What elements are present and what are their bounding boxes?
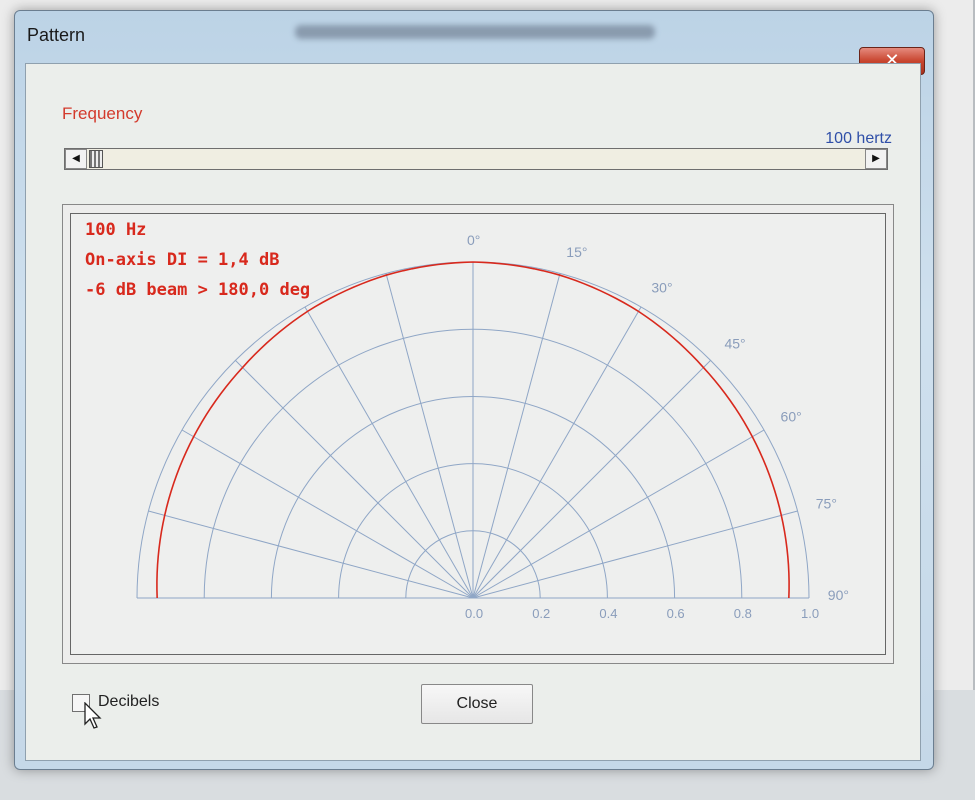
grid-spoke-15 bbox=[472, 273, 561, 599]
pattern-dialog: Pattern ✕ Frequency 100 hertz ◀ ▶ 0° 15° 3… bbox=[14, 10, 934, 770]
frequency-slider-thumb[interactable] bbox=[89, 150, 103, 168]
angle-label-60: 60° bbox=[781, 409, 802, 425]
scroll-left-button[interactable]: ◀ bbox=[65, 149, 87, 169]
angle-label-90: 90° bbox=[828, 587, 849, 603]
frequency-value: 100 hertz bbox=[825, 130, 892, 147]
radius-label-4: 0.8 bbox=[734, 606, 752, 621]
scroll-right-button[interactable]: ▶ bbox=[865, 149, 887, 169]
angle-label-15: 15° bbox=[566, 244, 587, 260]
radius-label-3: 0.6 bbox=[667, 606, 685, 621]
dialog-client-area: Frequency 100 hertz ◀ ▶ 0° 15° 30° 45° 60° 75… bbox=[25, 63, 921, 761]
grid-spoke-60 bbox=[472, 429, 765, 599]
grid-spoke-45 bbox=[472, 360, 711, 599]
decibels-label[interactable]: Decibels bbox=[98, 693, 159, 711]
radius-label-5: 1.0 bbox=[801, 606, 819, 621]
grid-spoke--30 bbox=[304, 306, 474, 599]
plot-frame: 0° 15° 30° 45° 60° 75° 90° 0.0 0.2 0.4 0.6 0.8 1.0 1… bbox=[62, 204, 894, 664]
title-bar[interactable]: Pattern bbox=[15, 11, 933, 57]
blurred-background-title bbox=[295, 25, 655, 39]
angle-label-45: 45° bbox=[724, 336, 745, 352]
grid-spoke--15 bbox=[385, 273, 474, 599]
info-directivity-index: On-axis DI = 1,4 dB bbox=[85, 250, 280, 270]
info-frequency: 100 Hz bbox=[85, 220, 147, 240]
grid-spoke-75 bbox=[472, 510, 798, 599]
dialog-title: Pattern bbox=[27, 25, 86, 45]
grid-spoke-30 bbox=[472, 306, 642, 599]
grid-spoke--75 bbox=[148, 510, 474, 599]
grid-spoke--45 bbox=[235, 360, 474, 599]
frequency-label: Frequency bbox=[62, 104, 143, 123]
polar-plot-area: 0° 15° 30° 45° 60° 75° 90° 0.0 0.2 0.4 0.6 0.8 1.0 1… bbox=[70, 213, 886, 655]
frequency-slider[interactable]: ◀ ▶ bbox=[64, 148, 888, 170]
background-row-marks bbox=[0, 40, 12, 240]
angle-label-0: 0° bbox=[467, 232, 480, 248]
angle-label-30: 30° bbox=[651, 279, 672, 295]
radius-label-2: 0.4 bbox=[599, 606, 617, 621]
angle-label-75: 75° bbox=[816, 496, 837, 512]
radius-label-0: 0.0 bbox=[465, 606, 483, 621]
grid-spoke--60 bbox=[181, 429, 474, 599]
close-button[interactable]: Close bbox=[421, 684, 533, 724]
mouse-cursor-icon bbox=[84, 702, 102, 729]
info-beamwidth: -6 dB beam > 180,0 deg bbox=[85, 280, 311, 300]
radius-label-1: 0.2 bbox=[532, 606, 550, 621]
